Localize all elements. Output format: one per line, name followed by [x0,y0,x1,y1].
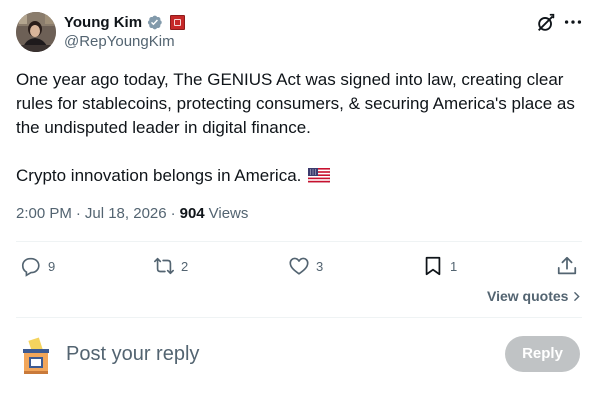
meta-separator: · [75,205,81,222]
like-button[interactable]: 3 [288,253,323,279]
tweet-paragraph-1: One year ago today, The GENIUS Act was s… [16,70,575,137]
view-quotes-label: View quotes [487,288,569,304]
chevron-right-icon [574,291,581,301]
reply-button[interactable]: 9 [20,253,55,279]
share-icon [557,256,577,275]
reply-icon [21,257,40,277]
bookmark-icon [425,256,441,276]
repost-count: 2 [181,258,189,274]
tweet-paragraph-2: Crypto innovation belongs in America. [16,164,586,188]
tweet-meta: 2:00 PM · Jul 18, 2026 · 904 Views [16,205,248,222]
bookmark-button[interactable]: 1 [422,253,457,279]
tweet-time[interactable]: 2:00 PM [16,205,72,222]
views-label[interactable]: Views [209,205,249,222]
author-display-name[interactable]: Young Kim [64,14,142,31]
government-badge-icon[interactable] [170,14,186,30]
repost-button[interactable]: 2 [153,253,188,279]
author-avatar[interactable] [16,12,56,52]
author-name-row: Young Kim [64,12,186,32]
divider [16,241,582,242]
divider [16,317,582,318]
tweet-text: One year ago today, The GENIUS Act was s… [16,68,586,188]
tweet-date[interactable]: Jul 18, 2026 [85,205,167,222]
more-icon[interactable] [562,12,584,34]
tweet-paragraph-2-text: Crypto innovation belongs in America. [16,166,302,185]
meta-separator: · [170,205,176,222]
verified-badge-icon[interactable] [146,14,163,31]
views-count[interactable]: 904 [180,205,205,222]
bookmark-count: 1 [450,258,458,274]
share-button[interactable] [556,253,578,279]
author-handle[interactable]: @RepYoungKim [64,33,175,50]
reply-input[interactable] [66,340,486,368]
repost-icon [154,257,174,275]
reply-count: 9 [48,258,56,274]
view-quotes-link[interactable]: View quotes [487,288,583,304]
like-count: 3 [316,258,324,274]
reply-submit-button[interactable]: Reply [505,336,580,372]
grok-icon[interactable] [535,12,557,34]
us-flag-icon [307,166,331,184]
ballot-box-avatar-icon [20,337,52,375]
heart-icon [289,257,309,275]
